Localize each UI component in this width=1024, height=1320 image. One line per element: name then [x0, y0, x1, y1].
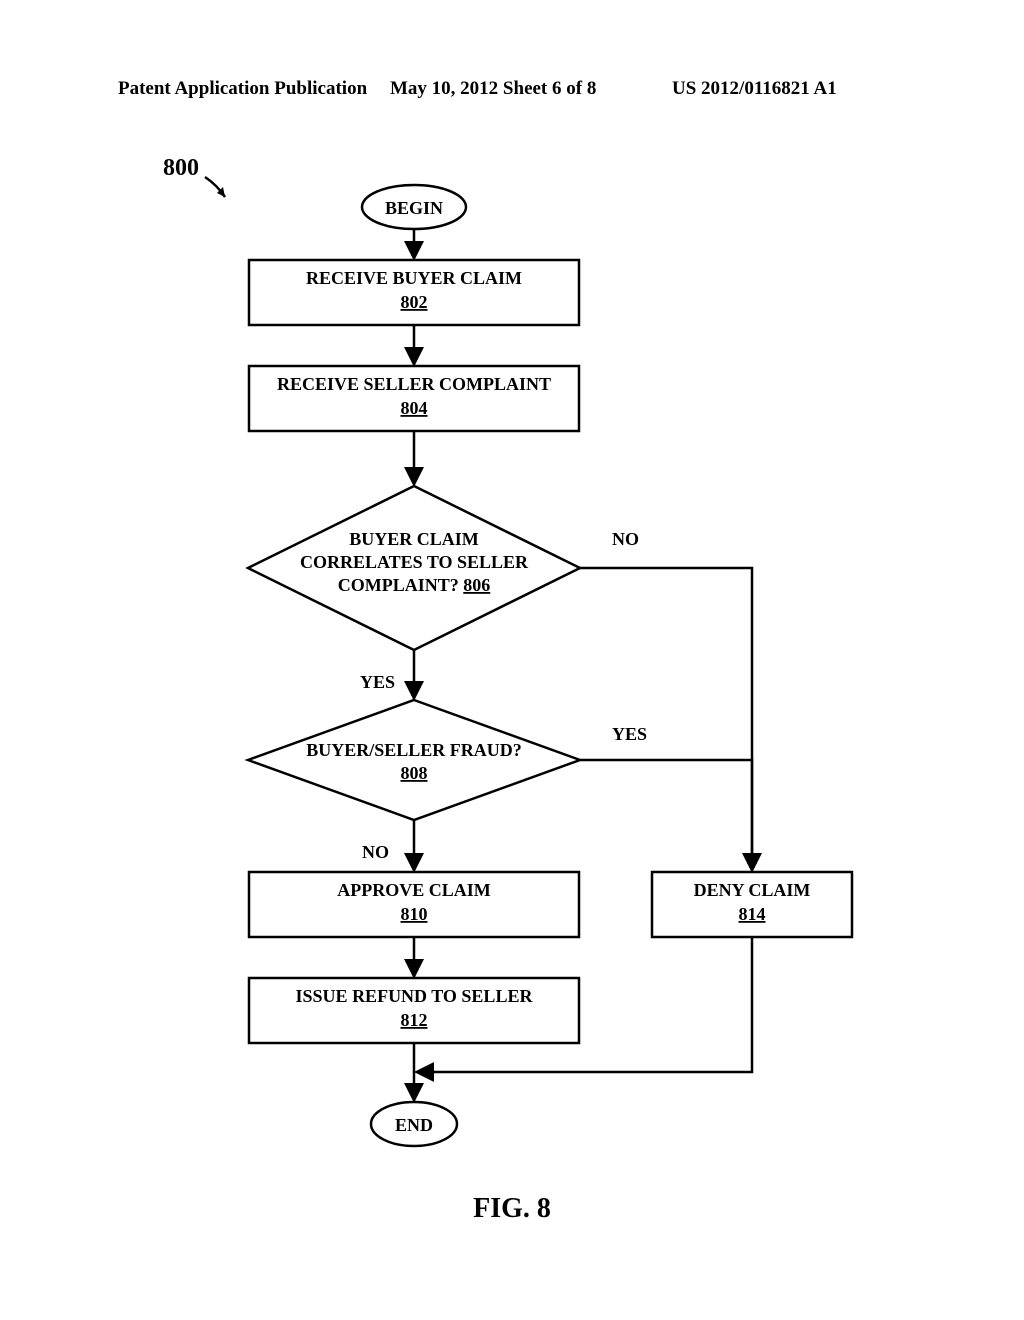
step-802-text: RECEIVE BUYER CLAIM [306, 268, 522, 288]
dec-808-yes-label: YES [612, 724, 647, 744]
step-802-ref: 802 [401, 292, 428, 312]
step-810-ref: 810 [401, 904, 428, 924]
dec-806-no-label: NO [612, 529, 639, 549]
step-812-text: ISSUE REFUND TO SELLER [296, 986, 534, 1006]
step-804-ref: 804 [401, 398, 428, 418]
dec-808-ref: 808 [401, 763, 428, 783]
dec-806-l2: CORRELATES TO SELLER [300, 552, 529, 572]
step-810-text: APPROVE CLAIM [337, 880, 491, 900]
dec-806-l3: COMPLAINT? 806 [338, 575, 491, 595]
begin-label: BEGIN [385, 198, 443, 218]
dec-808-l1: BUYER/SELLER FRAUD? [306, 740, 522, 760]
step-812-ref: 812 [401, 1010, 428, 1030]
step-804-text: RECEIVE SELLER COMPLAINT [277, 374, 551, 394]
dec-806-yes-label: YES [360, 672, 395, 692]
dec-806-l1: BUYER CLAIM [349, 529, 479, 549]
step-814-ref: 814 [739, 904, 766, 924]
step-814-text: DENY CLAIM [694, 880, 811, 900]
end-label: END [395, 1115, 433, 1135]
decision-808 [248, 700, 580, 820]
figure-label: FIG. 8 [0, 1193, 1024, 1225]
dec-808-no-label: NO [362, 842, 389, 862]
flowchart: BEGIN RECEIVE BUYER CLAIM 802 RECEIVE SE… [0, 0, 1024, 1320]
